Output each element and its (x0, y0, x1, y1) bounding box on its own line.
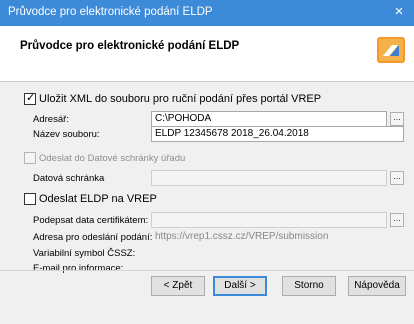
save-xml-label: Uložit XML do souboru pro ruční podání p… (39, 93, 322, 105)
sign-certificate-input[interactable] (151, 212, 387, 228)
wizard-header: Průvodce pro elektronické podání ELDP (0, 26, 414, 82)
sign-certificate-browse-button[interactable]: ... (390, 213, 404, 227)
cancel-button[interactable]: Storno (282, 276, 336, 296)
vrep-checkbox[interactable] (24, 193, 36, 205)
help-button[interactable]: Nápověda (348, 276, 406, 296)
datova-schranka-checkbox-label: Odeslat do Datové schránky úřadu (39, 153, 186, 164)
filename-input[interactable]: ELDP 12345678 2018_26.04.2018 (151, 126, 404, 142)
address-browse-button[interactable]: ... (390, 112, 404, 126)
next-button[interactable]: Další > (213, 276, 267, 296)
datova-schranka-checkbox[interactable] (24, 152, 36, 164)
submission-url-input[interactable]: https://vrep1.cssz.cz/VREP/submission (151, 229, 387, 245)
close-icon[interactable]: × (390, 3, 408, 21)
submission-url-label: Adresa pro odeslání podání: (33, 232, 153, 243)
vrep-checkbox-label: Odeslat ELDP na VREP (39, 193, 157, 205)
back-button[interactable]: < Zpět (151, 276, 205, 296)
datova-schranka-input[interactable] (151, 170, 387, 186)
save-xml-checkbox[interactable]: ✓ (24, 92, 36, 105)
address-input[interactable]: C:\POHODA (151, 111, 387, 127)
wizard-logo-icon (377, 37, 405, 63)
variable-symbol-label: Variabilní symbol ČSSZ: (33, 248, 136, 259)
checkmark-icon: ✓ (26, 92, 36, 104)
page-title: Průvodce pro elektronické podání ELDP (20, 40, 240, 52)
variable-symbol-input[interactable] (151, 245, 387, 261)
title-bar: Průvodce pro elektronické podání ELDP × (0, 0, 414, 26)
datova-schranka-browse-button[interactable]: ... (390, 171, 404, 185)
address-label: Adresář: (33, 114, 69, 125)
filename-label: Název souboru: (33, 129, 100, 140)
sign-certificate-label: Podepsat data certifikátem: (33, 215, 149, 226)
window-title: Průvodce pro elektronické podání ELDP (8, 6, 213, 18)
email-label: E-mail pro informace: (33, 263, 124, 274)
datova-schranka-label: Datová schránka (33, 173, 105, 184)
footer-separator (0, 270, 414, 271)
